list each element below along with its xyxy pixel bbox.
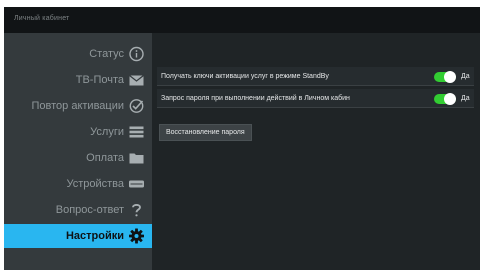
sidebar-item-payment[interactable]: Оплата: [4, 146, 152, 170]
setting-label: Запрос пароля при выполнении действий в …: [161, 95, 350, 102]
list-icon: [129, 126, 144, 138]
toggle-knob: [444, 93, 456, 105]
question-icon: [132, 204, 141, 217]
sidebar-item-reactivation[interactable]: Повтор активации: [4, 94, 152, 118]
toggle-state-label: Да: [461, 73, 470, 80]
window-title: Личный кабинет: [14, 15, 70, 22]
check-circle-icon: [129, 99, 144, 113]
password-request-toggle[interactable]: [434, 93, 456, 105]
setting-label: Получать ключи активации услуг в режиме …: [161, 73, 329, 80]
folder-icon: [129, 153, 144, 164]
device-icon: [129, 180, 144, 188]
password-recovery-button[interactable]: Восстановление пароля: [159, 124, 252, 141]
sidebar-item-label: Вопрос-ответ: [55, 204, 124, 216]
gear-icon: [129, 228, 144, 244]
tv-screen: Личный кабинет Статус ТВ-Почта Повтор ак…: [4, 7, 480, 270]
standby-keys-toggle[interactable]: [434, 71, 456, 83]
toggle-state-label: Да: [461, 95, 470, 102]
sidebar-item-settings[interactable]: Настройки: [4, 224, 152, 248]
toggle-knob: [444, 71, 456, 83]
sidebar-item-services[interactable]: Услуги: [4, 120, 152, 144]
sidebar-item-label: Устройства: [66, 178, 124, 190]
setting-row-password-request[interactable]: Запрос пароля при выполнении действий в …: [157, 89, 474, 108]
sidebar-item-devices[interactable]: Устройства: [4, 172, 152, 196]
sidebar-item-label: Услуги: [90, 126, 124, 138]
settings-panel: Получать ключи активации услуг в режиме …: [152, 33, 480, 270]
sidebar-item-label: ТВ-Почта: [75, 74, 124, 86]
sidebar-item-faq[interactable]: Вопрос-ответ: [4, 198, 152, 222]
envelope-icon: [129, 75, 144, 86]
sidebar-item-label: Настройки: [65, 230, 124, 242]
sidebar-item-label: Статус: [89, 48, 124, 60]
info-circle-icon: [129, 46, 144, 62]
setting-row-standby-keys[interactable]: Получать ключи активации услуг в режиме …: [157, 67, 474, 86]
sidebar-menu: Статус ТВ-Почта Повтор активации Услуги: [4, 33, 152, 270]
sidebar-item-tv-mail[interactable]: ТВ-Почта: [4, 68, 152, 92]
sidebar-item-label: Повтор активации: [31, 100, 125, 112]
sidebar-item-label: Оплата: [86, 152, 124, 164]
title-bar: Личный кабинет: [4, 7, 480, 33]
sidebar-item-status[interactable]: Статус: [4, 42, 152, 66]
